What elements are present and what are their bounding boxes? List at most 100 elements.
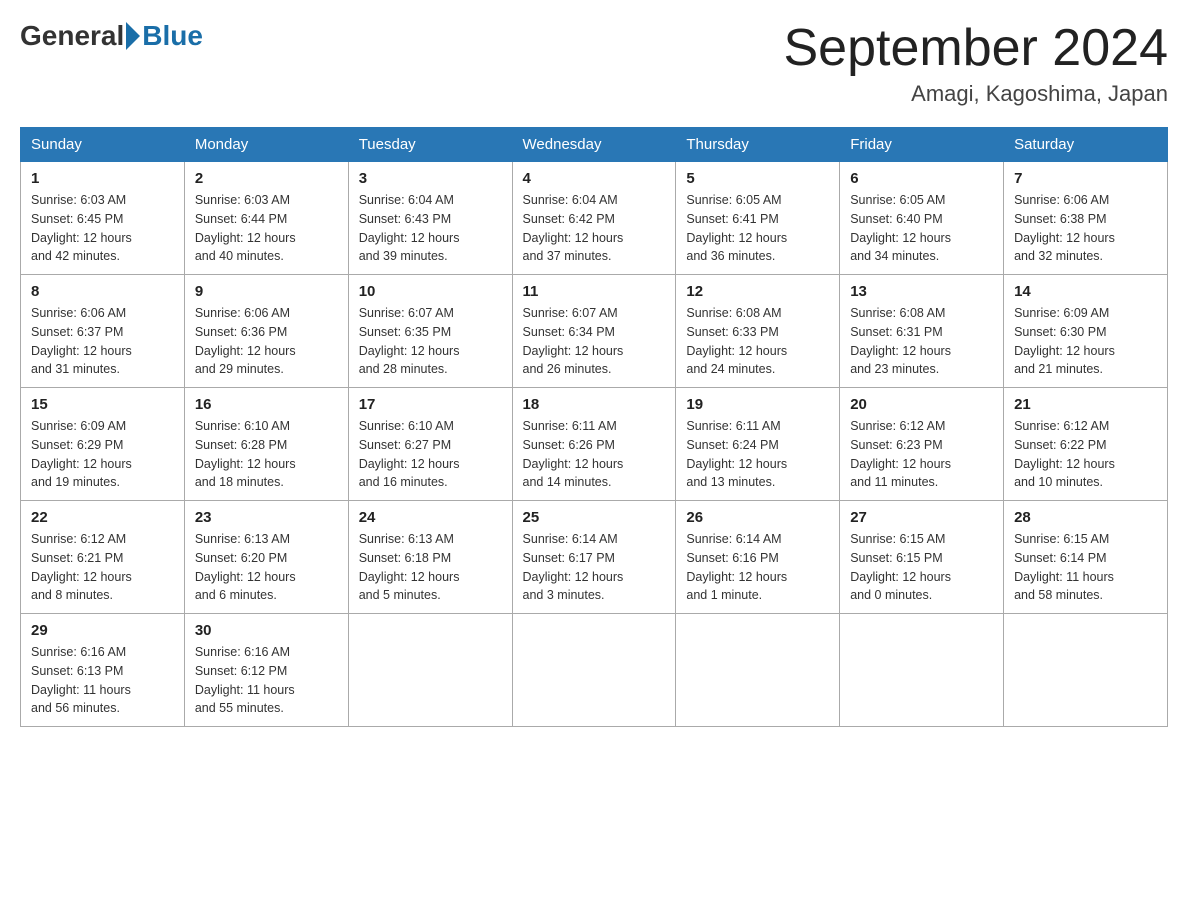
calendar-cell: 1 Sunrise: 6:03 AMSunset: 6:45 PMDaylight… — [21, 162, 185, 275]
week-row-4: 22Sunrise: 6:12 AMSunset: 6:21 PMDayligh… — [21, 501, 1168, 614]
day-info: Sunrise: 6:13 AMSunset: 6:18 PMDaylight:… — [359, 530, 502, 605]
day-number: 18 — [523, 396, 666, 413]
day-info: Sunrise: 6:07 AMSunset: 6:35 PMDaylight:… — [359, 304, 502, 379]
logo-blue-text: Blue — [142, 20, 203, 52]
day-number: 3 — [359, 170, 502, 187]
weekday-header-thursday: Thursday — [676, 128, 840, 162]
day-number: 25 — [523, 509, 666, 526]
calendar-cell: 3 Sunrise: 6:04 AMSunset: 6:43 PMDaylight… — [348, 162, 512, 275]
day-info: Sunrise: 6:16 AMSunset: 6:13 PMDaylight:… — [31, 643, 174, 718]
calendar-cell: 26Sunrise: 6:14 AMSunset: 6:16 PMDayligh… — [676, 501, 840, 614]
calendar-cell: 16 Sunrise: 6:10 AMSunset: 6:28 PMDayligh… — [184, 388, 348, 501]
day-info: Sunrise: 6:07 AMSunset: 6:34 PMDaylight:… — [523, 304, 666, 379]
day-number: 19 — [686, 396, 829, 413]
day-number: 1 — [31, 170, 174, 187]
calendar-cell: 25 Sunrise: 6:14 AMSunset: 6:17 PMDayligh… — [512, 501, 676, 614]
day-info: Sunrise: 6:05 AMSunset: 6:40 PMDaylight:… — [850, 191, 993, 266]
calendar-cell: 23 Sunrise: 6:13 AMSunset: 6:20 PMDayligh… — [184, 501, 348, 614]
calendar-cell: 18 Sunrise: 6:11 AMSunset: 6:26 PMDayligh… — [512, 388, 676, 501]
calendar-cell: 30 Sunrise: 6:16 AMSunset: 6:12 PMDayligh… — [184, 614, 348, 727]
weekday-header-wednesday: Wednesday — [512, 128, 676, 162]
day-number: 24 — [359, 509, 502, 526]
day-number: 12 — [686, 283, 829, 300]
weekday-header-monday: Monday — [184, 128, 348, 162]
day-number: 17 — [359, 396, 502, 413]
day-info: Sunrise: 6:12 AMSunset: 6:22 PMDaylight:… — [1014, 417, 1157, 492]
weekday-header-sunday: Sunday — [21, 128, 185, 162]
weekday-header-friday: Friday — [840, 128, 1004, 162]
day-number: 6 — [850, 170, 993, 187]
calendar-cell: 21 Sunrise: 6:12 AMSunset: 6:22 PMDayligh… — [1004, 388, 1168, 501]
day-number: 23 — [195, 509, 338, 526]
day-number: 11 — [523, 283, 666, 300]
calendar-cell: 14 Sunrise: 6:09 AMSunset: 6:30 PMDayligh… — [1004, 275, 1168, 388]
calendar-cell: 9Sunrise: 6:06 AMSunset: 6:36 PMDaylight… — [184, 275, 348, 388]
day-info: Sunrise: 6:15 AMSunset: 6:14 PMDaylight:… — [1014, 530, 1157, 605]
day-info: Sunrise: 6:04 AMSunset: 6:43 PMDaylight:… — [359, 191, 502, 266]
logo-general-text: General — [20, 20, 124, 52]
calendar-cell — [676, 614, 840, 727]
page-header: General Blue September 2024 Amagi, Kagos… — [20, 20, 1168, 107]
week-row-5: 29 Sunrise: 6:16 AMSunset: 6:13 PMDayligh… — [21, 614, 1168, 727]
day-number: 20 — [850, 396, 993, 413]
day-info: Sunrise: 6:03 AMSunset: 6:44 PMDaylight:… — [195, 191, 338, 266]
day-info: Sunrise: 6:11 AMSunset: 6:24 PMDaylight:… — [686, 417, 829, 492]
day-info: Sunrise: 6:10 AMSunset: 6:27 PMDaylight:… — [359, 417, 502, 492]
calendar-cell: 28 Sunrise: 6:15 AMSunset: 6:14 PMDayligh… — [1004, 501, 1168, 614]
logo: General Blue — [20, 20, 203, 52]
day-number: 27 — [850, 509, 993, 526]
day-info: Sunrise: 6:04 AMSunset: 6:42 PMDaylight:… — [523, 191, 666, 266]
calendar-cell: 10Sunrise: 6:07 AMSunset: 6:35 PMDayligh… — [348, 275, 512, 388]
calendar-cell: 15 Sunrise: 6:09 AMSunset: 6:29 PMDayligh… — [21, 388, 185, 501]
location-subtitle: Amagi, Kagoshima, Japan — [784, 81, 1169, 107]
day-info: Sunrise: 6:06 AMSunset: 6:37 PMDaylight:… — [31, 304, 174, 379]
calendar-cell: 8 Sunrise: 6:06 AMSunset: 6:37 PMDaylight… — [21, 275, 185, 388]
day-number: 14 — [1014, 283, 1157, 300]
weekday-header-saturday: Saturday — [1004, 128, 1168, 162]
day-number: 29 — [31, 622, 174, 639]
day-number: 8 — [31, 283, 174, 300]
day-number: 30 — [195, 622, 338, 639]
calendar-cell — [512, 614, 676, 727]
calendar-cell — [1004, 614, 1168, 727]
calendar-cell: 29 Sunrise: 6:16 AMSunset: 6:13 PMDayligh… — [21, 614, 185, 727]
calendar-cell: 24 Sunrise: 6:13 AMSunset: 6:18 PMDayligh… — [348, 501, 512, 614]
calendar-cell: 13 Sunrise: 6:08 AMSunset: 6:31 PMDayligh… — [840, 275, 1004, 388]
day-number: 28 — [1014, 509, 1157, 526]
day-info: Sunrise: 6:11 AMSunset: 6:26 PMDaylight:… — [523, 417, 666, 492]
day-info: Sunrise: 6:09 AMSunset: 6:29 PMDaylight:… — [31, 417, 174, 492]
day-number: 21 — [1014, 396, 1157, 413]
day-info: Sunrise: 6:03 AMSunset: 6:45 PMDaylight:… — [31, 191, 174, 266]
day-number: 7 — [1014, 170, 1157, 187]
day-info: Sunrise: 6:16 AMSunset: 6:12 PMDaylight:… — [195, 643, 338, 718]
calendar-cell: 11 Sunrise: 6:07 AMSunset: 6:34 PMDayligh… — [512, 275, 676, 388]
weekday-header-tuesday: Tuesday — [348, 128, 512, 162]
day-number: 2 — [195, 170, 338, 187]
day-info: Sunrise: 6:05 AMSunset: 6:41 PMDaylight:… — [686, 191, 829, 266]
calendar-cell: 5 Sunrise: 6:05 AMSunset: 6:41 PMDaylight… — [676, 162, 840, 275]
day-number: 13 — [850, 283, 993, 300]
calendar-cell: 22Sunrise: 6:12 AMSunset: 6:21 PMDayligh… — [21, 501, 185, 614]
day-info: Sunrise: 6:10 AMSunset: 6:28 PMDaylight:… — [195, 417, 338, 492]
calendar-cell: 17 Sunrise: 6:10 AMSunset: 6:27 PMDayligh… — [348, 388, 512, 501]
day-number: 22 — [31, 509, 174, 526]
day-number: 15 — [31, 396, 174, 413]
day-info: Sunrise: 6:08 AMSunset: 6:31 PMDaylight:… — [850, 304, 993, 379]
day-number: 16 — [195, 396, 338, 413]
day-info: Sunrise: 6:06 AMSunset: 6:36 PMDaylight:… — [195, 304, 338, 379]
calendar-cell: 27Sunrise: 6:15 AMSunset: 6:15 PMDayligh… — [840, 501, 1004, 614]
calendar-cell: 7 Sunrise: 6:06 AMSunset: 6:38 PMDaylight… — [1004, 162, 1168, 275]
logo-arrow-icon — [126, 22, 140, 50]
week-row-2: 8 Sunrise: 6:06 AMSunset: 6:37 PMDaylight… — [21, 275, 1168, 388]
calendar-cell: 4Sunrise: 6:04 AMSunset: 6:42 PMDaylight… — [512, 162, 676, 275]
day-number: 5 — [686, 170, 829, 187]
day-info: Sunrise: 6:09 AMSunset: 6:30 PMDaylight:… — [1014, 304, 1157, 379]
day-info: Sunrise: 6:13 AMSunset: 6:20 PMDaylight:… — [195, 530, 338, 605]
day-info: Sunrise: 6:06 AMSunset: 6:38 PMDaylight:… — [1014, 191, 1157, 266]
day-info: Sunrise: 6:14 AMSunset: 6:17 PMDaylight:… — [523, 530, 666, 605]
calendar-cell: 20Sunrise: 6:12 AMSunset: 6:23 PMDayligh… — [840, 388, 1004, 501]
day-info: Sunrise: 6:08 AMSunset: 6:33 PMDaylight:… — [686, 304, 829, 379]
title-section: September 2024 Amagi, Kagoshima, Japan — [784, 20, 1169, 107]
calendar-cell — [348, 614, 512, 727]
calendar-cell — [840, 614, 1004, 727]
